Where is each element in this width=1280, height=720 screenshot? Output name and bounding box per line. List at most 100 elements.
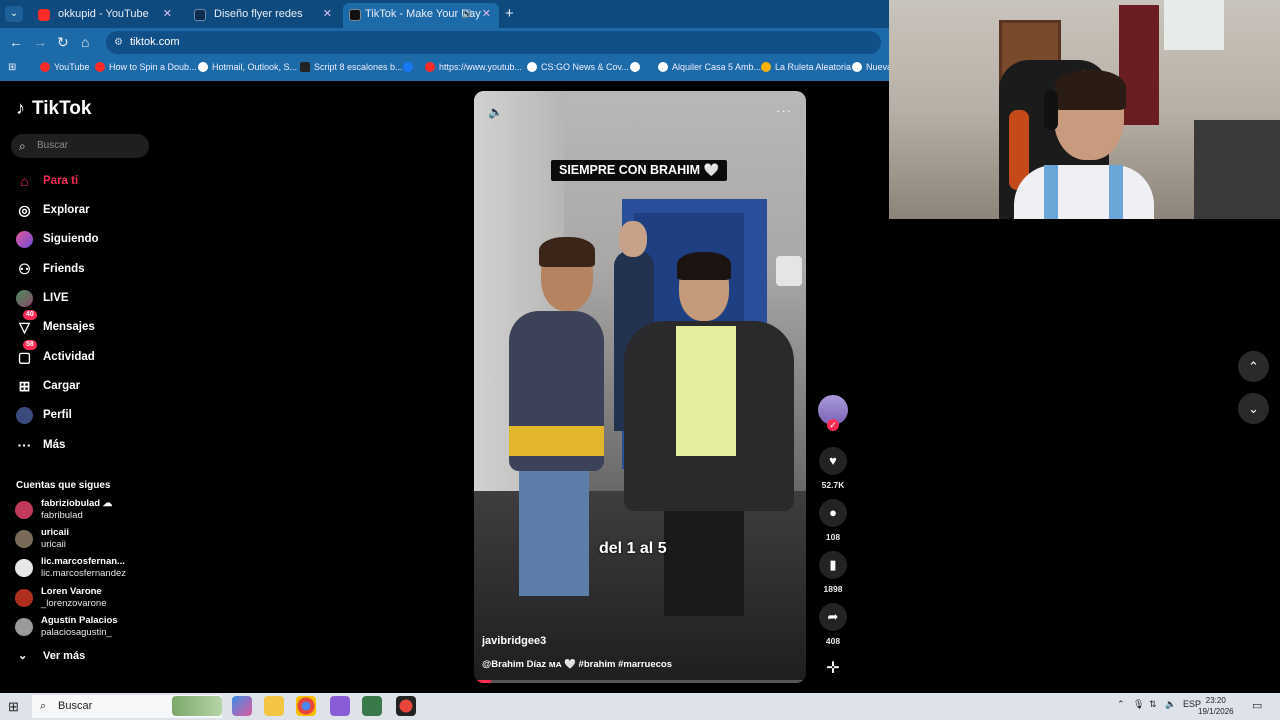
bookmark[interactable]: CS:GO News & Cov... bbox=[527, 62, 629, 72]
bookmark[interactable]: Nueva bbox=[852, 62, 892, 72]
streamer bbox=[1014, 70, 1154, 219]
calculator-icon[interactable] bbox=[362, 696, 382, 716]
app-icon[interactable] bbox=[330, 696, 350, 716]
video-caption-top: SIEMPRE CON BRAHIM 🤍 bbox=[551, 160, 728, 181]
upload-icon: ⊞ bbox=[18, 378, 31, 394]
video-description: @Brahim Díaz ᴍᴀ 🤍 #brahim #marruecos bbox=[482, 659, 672, 670]
video-progress-fill bbox=[474, 680, 491, 683]
globe-icon bbox=[630, 62, 640, 72]
nav-friends[interactable]: ⚇ Friends bbox=[16, 259, 84, 279]
see-more-button[interactable]: ⌄ Ver más bbox=[18, 650, 85, 662]
forward-icon[interactable]: → bbox=[33, 34, 47, 50]
search-input[interactable]: ⌕ Buscar bbox=[11, 134, 149, 158]
url-text: tiktok.com bbox=[130, 36, 180, 48]
more-icon: ··· bbox=[17, 437, 32, 453]
comment-icon: ● bbox=[819, 499, 847, 527]
bookmark[interactable]: La Ruleta Aleatoria bbox=[761, 62, 851, 72]
bookmark[interactable]: Alquiler Casa 5 Amb... bbox=[658, 62, 761, 72]
bookmark[interactable]: https://www.youtub... bbox=[425, 62, 522, 72]
tiktok-icon: ♪ bbox=[16, 98, 25, 118]
nav-live[interactable]: ●LIVE bbox=[16, 288, 69, 308]
more-options-icon[interactable]: ··· bbox=[776, 103, 792, 118]
video-person bbox=[624, 252, 794, 636]
globe-icon bbox=[527, 62, 537, 72]
video-author[interactable]: javibridgee3 bbox=[482, 635, 546, 647]
avatar bbox=[15, 530, 33, 548]
chevron-down-icon: ⌄ bbox=[1248, 401, 1259, 416]
video-progress-bar[interactable] bbox=[474, 680, 806, 683]
nav-cargar[interactable]: ⊞ Cargar bbox=[16, 376, 80, 396]
home-icon[interactable]: ⌂ bbox=[81, 34, 89, 50]
activity-icon: ▢ bbox=[17, 349, 32, 365]
roulette-icon bbox=[761, 62, 771, 72]
video-caption-subtitle: del 1 al 5 bbox=[599, 540, 667, 557]
file-explorer-icon[interactable] bbox=[264, 696, 284, 716]
reload-icon[interactable]: ↻ bbox=[57, 34, 69, 51]
bookmark[interactable]: How to Spin a Doub... bbox=[95, 62, 197, 72]
globe-icon bbox=[658, 62, 668, 72]
nav-actividad[interactable]: ▢ 58 Actividad bbox=[16, 340, 95, 367]
microphone-icon[interactable]: 🎙 bbox=[1133, 699, 1144, 710]
tab-flyer[interactable]: Diseño flyer redes sociales ✕ bbox=[184, 3, 340, 42]
profile-avatar-icon: ● bbox=[16, 407, 33, 424]
webcam-overlay bbox=[889, 0, 1280, 219]
bookmark-icon: ▮ bbox=[819, 551, 847, 579]
clock[interactable]: 23:20 19/1/2026 bbox=[1198, 695, 1234, 717]
save-button[interactable]: ▮ 1898 bbox=[819, 551, 847, 594]
share-button[interactable]: ➦ 408 bbox=[819, 603, 847, 646]
mouse-cursor-icon: ✛ bbox=[826, 660, 840, 677]
back-icon[interactable]: ← bbox=[9, 34, 23, 50]
follow-plus-icon[interactable]: ✓ bbox=[827, 419, 839, 431]
tab-youtube[interactable]: okkupid - YouTube ✕ bbox=[28, 3, 180, 28]
bookmark[interactable]: Hotmail, Outlook, S... bbox=[198, 62, 297, 72]
volume-icon[interactable]: 🔈 bbox=[1165, 699, 1176, 710]
nav-mensajes[interactable]: ▽ 40 Mensajes bbox=[16, 310, 95, 337]
next-video-button[interactable]: ⌄ bbox=[1238, 393, 1269, 424]
apps-icon[interactable]: ⊞ bbox=[8, 62, 16, 73]
like-button[interactable]: ♥ 52.7K bbox=[819, 447, 847, 490]
url-field[interactable]: ⚙ tiktok.com bbox=[106, 31, 881, 54]
tiktok-logo[interactable]: ♪ TikTok bbox=[16, 98, 91, 120]
youtube-icon bbox=[95, 62, 105, 72]
nav-para-ti[interactable]: ⌂ Para ti bbox=[16, 171, 78, 191]
notification-icon[interactable]: ▭ bbox=[1252, 699, 1262, 712]
chrome-icon[interactable] bbox=[296, 696, 316, 716]
tab-search-button[interactable]: ⌄ bbox=[5, 6, 23, 22]
like-count: 52.7K bbox=[821, 480, 845, 490]
youtube-icon bbox=[425, 62, 435, 72]
new-tab-button[interactable]: + bbox=[505, 5, 514, 22]
nav-siguiendo[interactable]: ●Siguiendo bbox=[16, 229, 99, 249]
close-tab-icon[interactable]: ✕ bbox=[323, 3, 332, 25]
following-title: Cuentas que sigues bbox=[16, 480, 111, 491]
tab-tiktok[interactable]: TikTok - Make Your Day 🔊 ✕ bbox=[343, 3, 499, 28]
nav-perfil[interactable]: ●Perfil bbox=[16, 405, 72, 425]
following-avatar-icon: ● bbox=[16, 231, 33, 248]
search-highlight-icon[interactable] bbox=[172, 696, 222, 716]
facebook-icon bbox=[403, 62, 413, 72]
nav-mas[interactable]: ··· Más bbox=[16, 435, 66, 455]
video-player[interactable]: 🔈 ··· SIEMPRE CON BRAHIM 🤍 del 1 al 5 ja… bbox=[474, 91, 806, 683]
bookmark[interactable]: Script 8 escalones b... bbox=[300, 62, 403, 72]
activity-badge: 58 bbox=[23, 340, 37, 350]
obs-icon[interactable] bbox=[396, 696, 416, 716]
previous-video-button[interactable]: ⌃ bbox=[1238, 351, 1269, 382]
network-icon[interactable]: ⇅ bbox=[1149, 699, 1157, 710]
heart-icon: ♥ bbox=[819, 447, 847, 475]
bookmark[interactable]: YouTube bbox=[40, 62, 89, 72]
webcam-background bbox=[1164, 0, 1224, 50]
audio-icon[interactable]: 🔊 bbox=[462, 3, 473, 25]
close-tab-icon[interactable]: ✕ bbox=[482, 3, 491, 25]
volume-icon[interactable]: 🔈 bbox=[488, 105, 503, 119]
windows-start-icon[interactable]: ⊞ bbox=[8, 699, 19, 715]
comment-count: 108 bbox=[825, 532, 841, 542]
site-info-icon[interactable]: ⚙ bbox=[114, 31, 123, 54]
live-icon: ● bbox=[16, 290, 33, 307]
close-tab-icon[interactable]: ✕ bbox=[163, 3, 172, 25]
copilot-icon[interactable] bbox=[232, 696, 252, 716]
tray-chevron-icon[interactable]: ⌃ bbox=[1117, 699, 1125, 710]
avatar bbox=[15, 589, 33, 607]
comment-button[interactable]: ● 108 bbox=[819, 499, 847, 542]
nav-explorar[interactable]: ◎ Explorar bbox=[16, 200, 89, 220]
video-person bbox=[499, 237, 609, 641]
chevron-up-icon: ⌃ bbox=[1248, 359, 1259, 374]
